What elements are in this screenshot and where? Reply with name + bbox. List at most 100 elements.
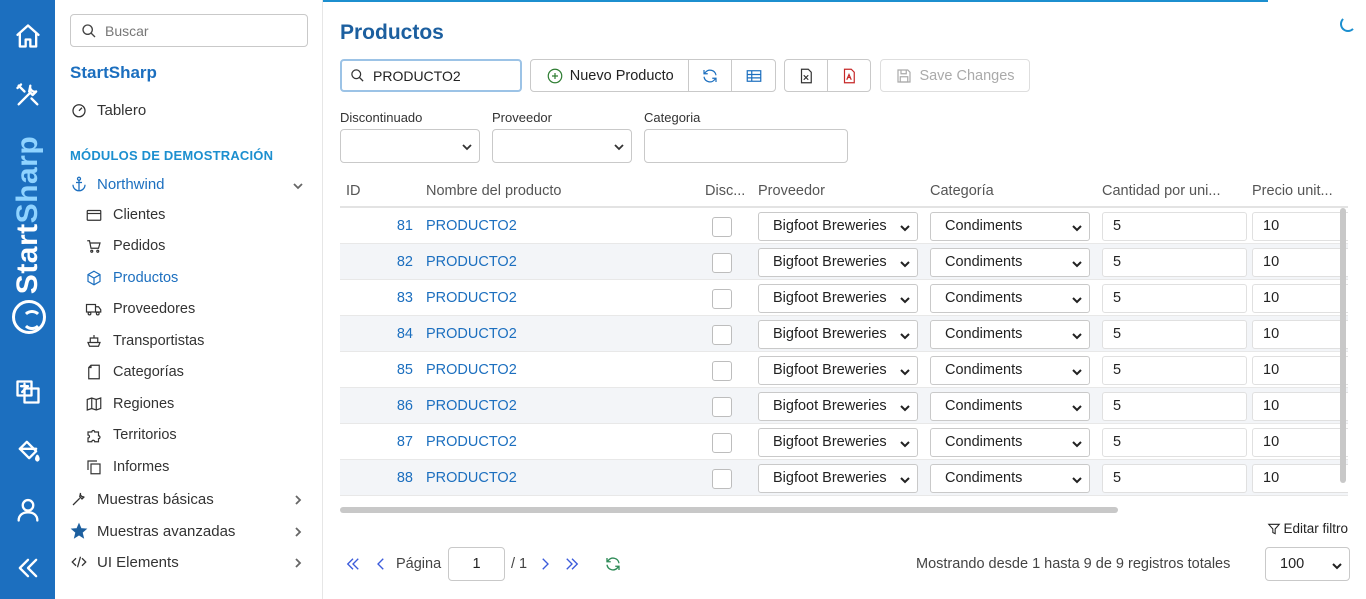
- filter-category-input[interactable]: [644, 129, 848, 163]
- save-changes-button[interactable]: Save Changes: [881, 60, 1029, 91]
- cell-supplier-select[interactable]: Bigfoot Breweries: [758, 212, 918, 241]
- column-header-supplier[interactable]: Proveedor: [758, 183, 918, 199]
- sidebar-search-input[interactable]: [105, 22, 295, 39]
- column-header-price[interactable]: Precio unit...: [1252, 183, 1342, 199]
- cell-product-name-link[interactable]: PRODUCTO2: [426, 470, 517, 486]
- cell-quantity-input[interactable]: 5: [1102, 392, 1247, 421]
- cell-quantity-input[interactable]: 5: [1102, 356, 1247, 385]
- cell-product-name-link[interactable]: PRODUCTO2: [426, 326, 517, 342]
- vertical-scrollbar[interactable]: [1340, 208, 1346, 483]
- quick-search[interactable]: [340, 59, 522, 92]
- cell-supplier-select[interactable]: Bigfoot Breweries: [758, 248, 918, 277]
- cell-category-select[interactable]: Condiments: [930, 392, 1090, 421]
- cell-price-input[interactable]: 10: [1252, 320, 1348, 349]
- tools-icon[interactable]: [0, 75, 55, 115]
- page-number-input[interactable]: 1: [448, 547, 505, 581]
- sidebar-item-informes[interactable]: Informes: [85, 458, 169, 476]
- cell-discontinued-checkbox[interactable]: [712, 217, 732, 237]
- edit-filter-link[interactable]: Editar filtro: [1267, 521, 1348, 536]
- cell-price-input[interactable]: 10: [1252, 392, 1348, 421]
- refresh-button[interactable]: [689, 60, 733, 91]
- cell-discontinued-checkbox[interactable]: [712, 253, 732, 273]
- sidebar-title[interactable]: StartSharp: [70, 63, 157, 83]
- reload-icon[interactable]: [604, 555, 622, 576]
- sidebar-item-muestras-avanzadas[interactable]: Muestras avanzadas: [70, 522, 235, 540]
- cell-supplier-select[interactable]: Bigfoot Breweries: [758, 320, 918, 349]
- cell-category-select[interactable]: Condiments: [930, 464, 1090, 493]
- cell-discontinued-checkbox[interactable]: [712, 469, 732, 489]
- table-row[interactable]: 87 PRODUCTO2 Bigfoot Breweries Condiments 5 1…: [340, 424, 1348, 460]
- sidebar-search[interactable]: [70, 14, 308, 47]
- first-page-icon[interactable]: [344, 555, 362, 576]
- cell-supplier-select[interactable]: Bigfoot Breweries: [758, 284, 918, 313]
- cell-quantity-input[interactable]: 5: [1102, 212, 1247, 241]
- last-page-icon[interactable]: [563, 555, 581, 576]
- table-row[interactable]: 86 PRODUCTO2 Bigfoot Breweries Condiments 5 1…: [340, 388, 1348, 424]
- cell-quantity-input[interactable]: 5: [1102, 464, 1247, 493]
- cell-category-select[interactable]: Condiments: [930, 212, 1090, 241]
- sidebar-item-regiones[interactable]: Regiones: [85, 395, 174, 413]
- sidebar-item-proveedores[interactable]: Proveedores: [85, 300, 195, 318]
- cell-discontinued-checkbox[interactable]: [712, 325, 732, 345]
- horizontal-scrollbar[interactable]: [340, 507, 1118, 513]
- cell-supplier-select[interactable]: Bigfoot Breweries: [758, 392, 918, 421]
- cell-discontinued-checkbox[interactable]: [712, 361, 732, 381]
- column-header-quantity[interactable]: Cantidad por uni...: [1102, 183, 1242, 199]
- sidebar-item-categorias[interactable]: Categorías: [85, 363, 184, 381]
- cell-product-name-link[interactable]: PRODUCTO2: [426, 290, 517, 306]
- chevron-right-icon[interactable]: [292, 556, 302, 568]
- table-row[interactable]: 81 PRODUCTO2 Bigfoot Breweries Condiments 5 1…: [340, 208, 1348, 244]
- cell-price-input[interactable]: 10: [1252, 428, 1348, 457]
- cell-quantity-input[interactable]: 5: [1102, 428, 1247, 457]
- table-row[interactable]: 88 PRODUCTO2 Bigfoot Breweries Condiments 5 1…: [340, 460, 1348, 496]
- column-header-category[interactable]: Categoría: [930, 183, 1090, 199]
- cell-category-select[interactable]: Condiments: [930, 428, 1090, 457]
- sidebar-item-clientes[interactable]: Clientes: [85, 206, 165, 224]
- table-row[interactable]: 82 PRODUCTO2 Bigfoot Breweries Condiments 5 1…: [340, 244, 1348, 280]
- column-header-discontinued[interactable]: Disc...: [705, 183, 750, 199]
- column-header-id[interactable]: ID: [346, 183, 386, 199]
- sidebar-item-pedidos[interactable]: Pedidos: [85, 237, 165, 255]
- cell-supplier-select[interactable]: Bigfoot Breweries: [758, 428, 918, 457]
- next-page-icon[interactable]: [536, 555, 554, 576]
- sidebar-item-muestras-basicas[interactable]: Muestras básicas: [70, 490, 214, 508]
- column-picker-button[interactable]: [732, 60, 775, 91]
- sidebar-item-territorios[interactable]: Territorios: [85, 426, 177, 444]
- cell-product-name-link[interactable]: PRODUCTO2: [426, 434, 517, 450]
- home-icon[interactable]: [0, 16, 55, 56]
- sidebar-item-dashboard[interactable]: Tablero: [70, 101, 146, 119]
- cell-price-input[interactable]: 10: [1252, 356, 1348, 385]
- cell-price-input[interactable]: 10: [1252, 212, 1348, 241]
- page-size-select[interactable]: 100: [1265, 547, 1350, 581]
- table-row[interactable]: 83 PRODUCTO2 Bigfoot Breweries Condiments 5 1…: [340, 280, 1348, 316]
- new-product-button[interactable]: Nuevo Producto: [531, 60, 690, 91]
- cell-product-name-link[interactable]: PRODUCTO2: [426, 398, 517, 414]
- user-icon[interactable]: [0, 490, 55, 530]
- cell-price-input[interactable]: 10: [1252, 284, 1348, 313]
- cell-quantity-input[interactable]: 5: [1102, 248, 1247, 277]
- translate-icon[interactable]: [0, 372, 55, 412]
- cell-quantity-input[interactable]: 5: [1102, 284, 1247, 313]
- column-header-name[interactable]: Nombre del producto: [426, 183, 686, 199]
- cell-quantity-input[interactable]: 5: [1102, 320, 1247, 349]
- cell-product-name-link[interactable]: PRODUCTO2: [426, 218, 517, 234]
- cell-price-input[interactable]: 10: [1252, 248, 1348, 277]
- cell-category-select[interactable]: Condiments: [930, 356, 1090, 385]
- paint-bucket-icon[interactable]: [0, 430, 55, 470]
- table-row[interactable]: 85 PRODUCTO2 Bigfoot Breweries Condiments 5 1…: [340, 352, 1348, 388]
- cell-discontinued-checkbox[interactable]: [712, 433, 732, 453]
- filter-supplier-select[interactable]: [492, 129, 632, 163]
- filter-discontinued-select[interactable]: [340, 129, 480, 163]
- cell-supplier-select[interactable]: Bigfoot Breweries: [758, 356, 918, 385]
- excel-export-button[interactable]: [785, 60, 828, 91]
- chevron-down-icon[interactable]: [292, 179, 303, 190]
- sidebar-item-productos[interactable]: Productos: [85, 269, 178, 287]
- chevron-right-icon[interactable]: [292, 493, 302, 505]
- cell-category-select[interactable]: Condiments: [930, 284, 1090, 313]
- cell-supplier-select[interactable]: Bigfoot Breweries: [758, 464, 918, 493]
- cell-price-input[interactable]: 10: [1252, 464, 1348, 493]
- cell-discontinued-checkbox[interactable]: [712, 397, 732, 417]
- cell-discontinued-checkbox[interactable]: [712, 289, 732, 309]
- cell-category-select[interactable]: Condiments: [930, 320, 1090, 349]
- chevron-right-icon[interactable]: [292, 525, 302, 537]
